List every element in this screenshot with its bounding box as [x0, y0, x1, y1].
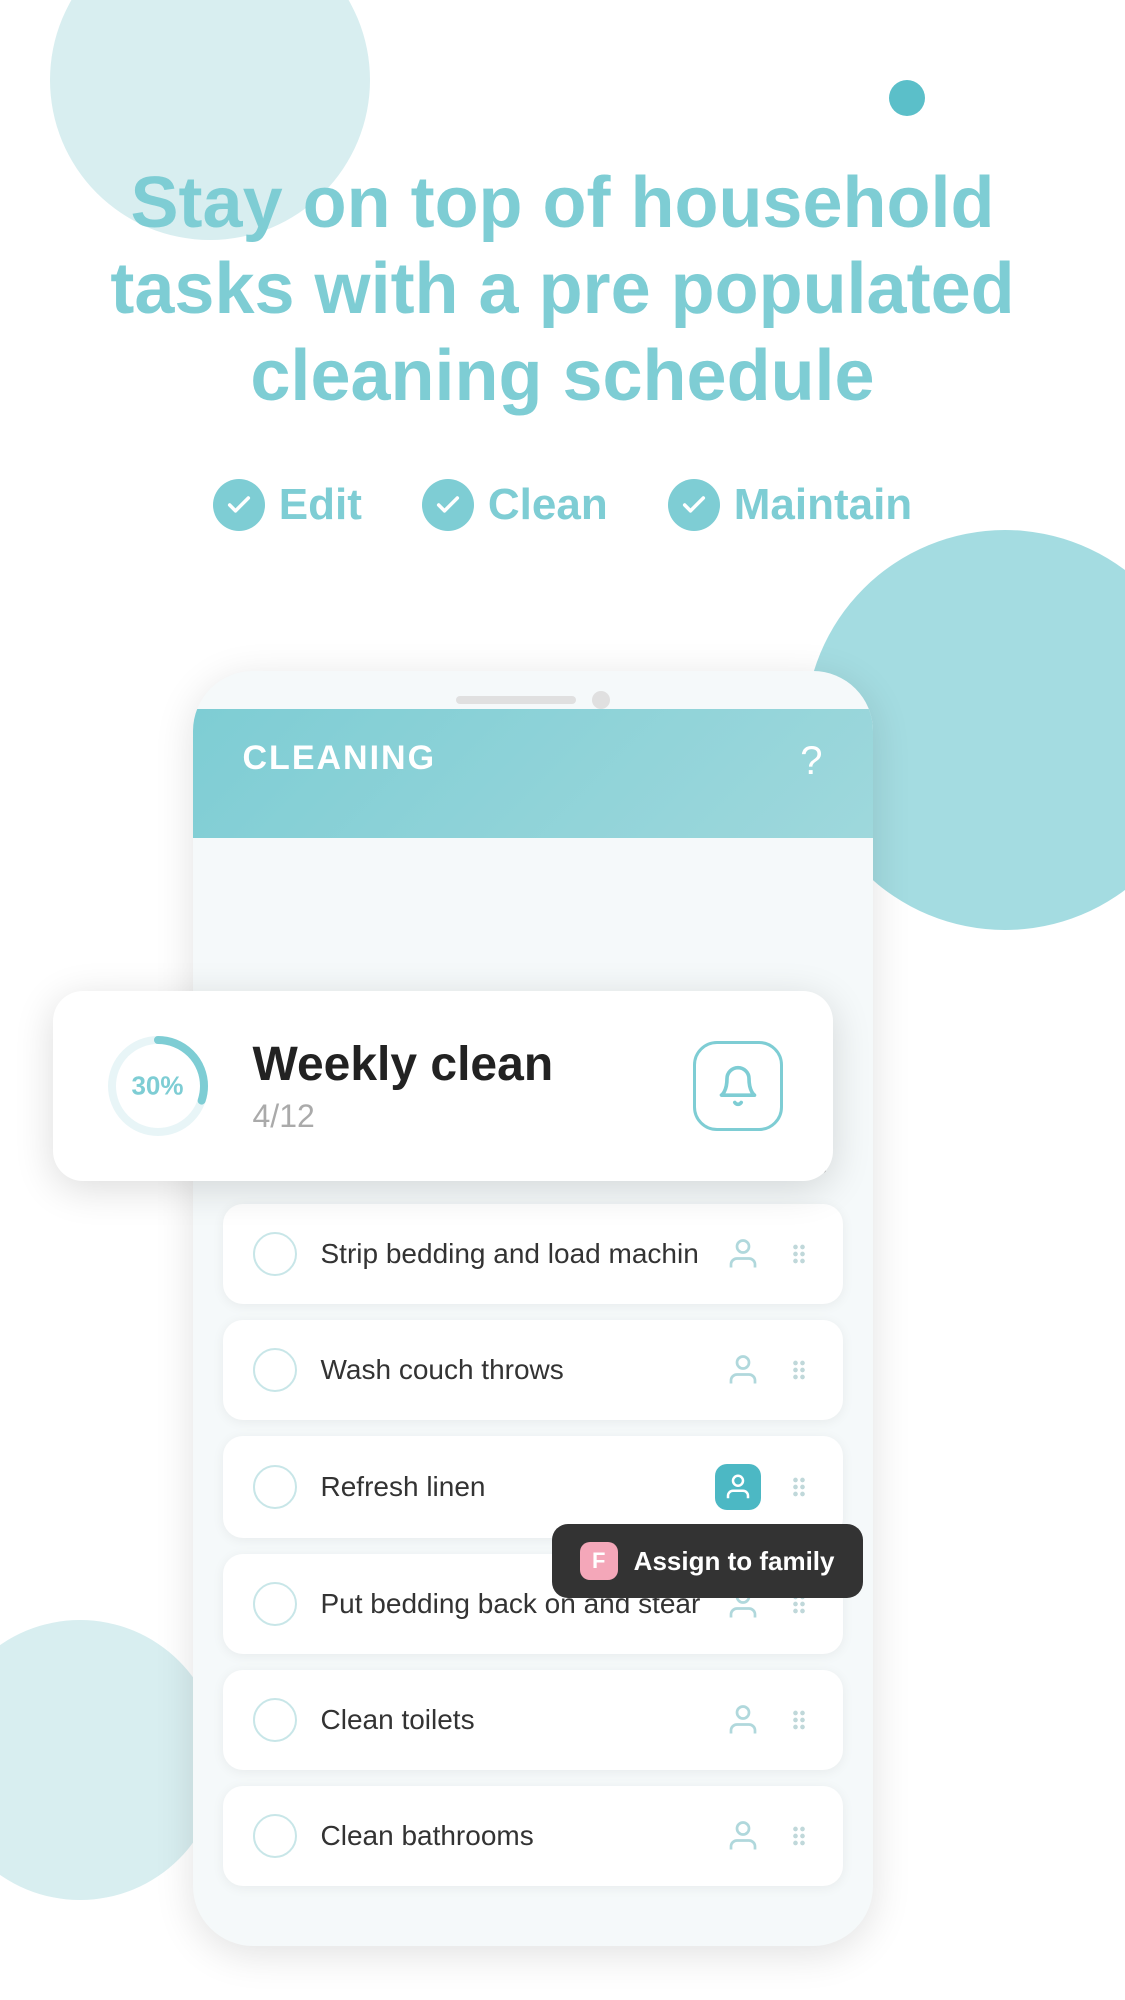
task-row: Refresh linen F — [223, 1436, 843, 1538]
check-icon-edit — [213, 479, 265, 531]
app-header-title: CLEANING — [243, 739, 437, 777]
progress-circle: 30% — [103, 1031, 213, 1141]
badge-clean-label: Clean — [488, 480, 608, 530]
phone-top-bar — [193, 671, 873, 709]
badge-clean: Clean — [422, 479, 608, 531]
task-label: Strip bedding and load machin — [321, 1238, 701, 1270]
assign-person-icon[interactable] — [725, 1818, 761, 1854]
badge-maintain: Maintain — [668, 479, 912, 531]
hero-badges: Edit Clean Maintain — [60, 479, 1065, 531]
task-row: Clean bathrooms — [223, 1786, 843, 1886]
assign-person-icon[interactable] — [725, 1352, 761, 1388]
task-checkbox[interactable] — [253, 1698, 297, 1742]
assign-tooltip-label: Assign to family — [634, 1546, 835, 1577]
phone-area: 30% Weekly clean 4/12 CLEANING ? — [113, 671, 1013, 1946]
assign-person-icon[interactable] — [725, 1236, 761, 1272]
task-list: Strip bedding and load machin Wash couch… — [223, 1204, 843, 1886]
task-checkbox[interactable] — [253, 1582, 297, 1626]
badge-maintain-label: Maintain — [734, 480, 912, 530]
assign-person-icon-active — [723, 1472, 753, 1502]
task-row: Wash couch throws — [223, 1320, 843, 1420]
app-header: CLEANING ? — [193, 709, 873, 838]
weekly-info: Weekly clean 4/12 — [253, 1037, 653, 1135]
weekly-subtitle: 4/12 — [253, 1098, 653, 1135]
task-label: Clean bathrooms — [321, 1820, 701, 1852]
weekly-clean-card: 30% Weekly clean 4/12 — [53, 991, 833, 1181]
family-badge-icon: F — [580, 1542, 618, 1580]
phone-shell: CLEANING ? Day Week Fortnight Month Any … — [193, 671, 873, 1946]
hero-title: Stay on top of household tasks with a pr… — [60, 160, 1065, 419]
assign-person-icon[interactable] — [725, 1702, 761, 1738]
task-checkbox[interactable] — [253, 1348, 297, 1392]
weekly-title: Weekly clean — [253, 1037, 653, 1092]
task-row: Strip bedding and load machin — [223, 1204, 843, 1304]
phone-notch-bar — [456, 696, 576, 704]
task-label: Clean toilets — [321, 1704, 701, 1736]
task-checkbox[interactable] — [253, 1232, 297, 1276]
phone-camera-dot — [592, 691, 610, 709]
task-checkbox[interactable] — [253, 1465, 297, 1509]
drag-dots-icon[interactable] — [785, 1473, 813, 1501]
check-icon-clean — [422, 479, 474, 531]
help-icon[interactable]: ? — [800, 739, 822, 784]
hero-section: Stay on top of household tasks with a pr… — [0, 0, 1125, 671]
badge-edit-label: Edit — [279, 480, 362, 530]
drag-dots-icon[interactable] — [785, 1356, 813, 1384]
task-label: Wash couch throws — [321, 1354, 701, 1386]
check-icon-maintain — [668, 479, 720, 531]
drag-dots-icon[interactable] — [785, 1706, 813, 1734]
badge-edit: Edit — [213, 479, 362, 531]
task-checkbox[interactable] — [253, 1814, 297, 1858]
progress-text: 30% — [131, 1071, 183, 1102]
assign-to-family-tooltip[interactable]: F Assign to family — [552, 1524, 863, 1598]
task-label: Refresh linen — [321, 1471, 691, 1503]
assign-person-active[interactable] — [715, 1464, 761, 1510]
drag-dots-icon[interactable] — [785, 1822, 813, 1850]
bell-button[interactable] — [693, 1041, 783, 1131]
task-row: Clean toilets — [223, 1670, 843, 1770]
drag-dots-icon[interactable] — [785, 1240, 813, 1268]
